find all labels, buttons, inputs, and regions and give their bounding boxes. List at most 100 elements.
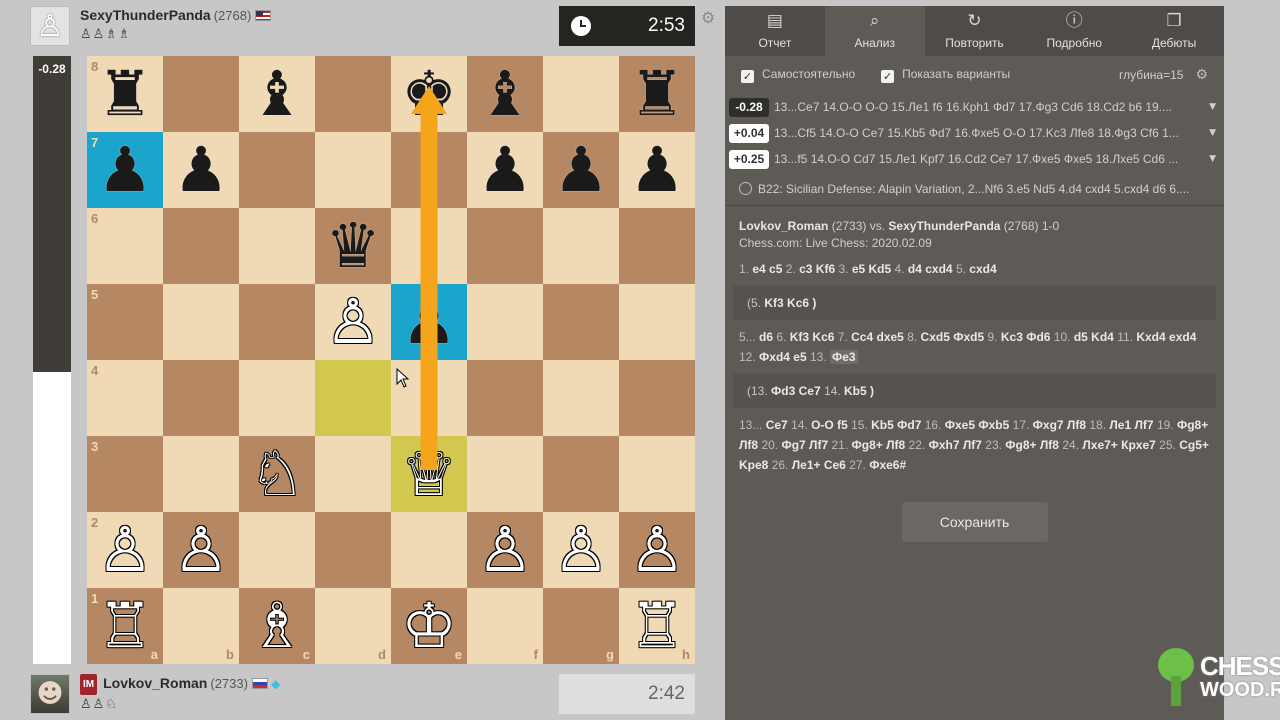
square-b5[interactable] (163, 284, 239, 360)
chevron-down-icon[interactable]: ▼ (1209, 102, 1216, 112)
board-settings-gear-icon[interactable]: ⚙ (701, 8, 715, 27)
square-f2[interactable]: ♙ (467, 512, 543, 588)
square-g7[interactable]: ♟ (543, 132, 619, 208)
tab-report[interactable]: ▤ Отчет (725, 6, 825, 56)
square-g1[interactable]: g (543, 588, 619, 664)
move[interactable]: Cc4 dxe5 (851, 330, 904, 344)
square-f1[interactable]: f (467, 588, 543, 664)
square-f6[interactable] (467, 208, 543, 284)
square-a7[interactable]: 7 ♟ (87, 132, 163, 208)
top-player-name[interactable]: SexyThunderPanda (80, 7, 211, 23)
square-f3[interactable] (467, 436, 543, 512)
move[interactable]: Фxh7 Лf7 (929, 438, 982, 452)
move[interactable]: ) (870, 384, 874, 398)
square-b4[interactable] (163, 360, 239, 436)
square-d3[interactable] (315, 436, 391, 512)
square-h3[interactable] (619, 436, 695, 512)
tab-retry[interactable]: ↻ Повторить (925, 6, 1025, 56)
top-player-avatar[interactable]: ♙ (30, 6, 70, 46)
square-h2[interactable]: ♙ (619, 512, 695, 588)
move[interactable]: Фxd4 e5 (759, 350, 807, 364)
move[interactable]: Cxd5 Фxd5 (921, 330, 985, 344)
move[interactable]: Kxd4 (1136, 330, 1165, 344)
current-move[interactable]: Фe3 (830, 350, 858, 364)
square-c3[interactable]: ♘ (239, 436, 315, 512)
tab-openings[interactable]: ❒ Дебюты (1124, 6, 1224, 56)
black-bishop-piece[interactable]: ♝ (477, 63, 533, 125)
square-d8[interactable] (315, 56, 391, 132)
black-pawn-piece[interactable]: ♟ (477, 139, 533, 201)
square-h6[interactable] (619, 208, 695, 284)
tab-info[interactable]: ⓘ Подробно (1024, 6, 1124, 56)
move[interactable]: Фg7 Лf7 (781, 438, 828, 452)
square-f8[interactable]: ♝ (467, 56, 543, 132)
black-pawn-piece[interactable]: ♟ (553, 139, 609, 201)
square-e7[interactable] (391, 132, 467, 208)
move[interactable]: e4 c5 (752, 262, 782, 276)
square-e1[interactable]: e ♔ (391, 588, 467, 664)
square-d7[interactable] (315, 132, 391, 208)
move[interactable]: cxd4 (969, 262, 996, 276)
save-button[interactable]: Сохранить (901, 502, 1048, 542)
square-e6[interactable] (391, 208, 467, 284)
square-a5[interactable]: 5 (87, 284, 163, 360)
square-d2[interactable] (315, 512, 391, 588)
white-pawn-piece[interactable]: ♙ (477, 519, 533, 581)
square-f5[interactable] (467, 284, 543, 360)
move[interactable]: Kc3 Фd6 (1001, 330, 1051, 344)
square-e2[interactable] (391, 512, 467, 588)
white-pawn-piece[interactable]: ♙ (629, 519, 685, 581)
engine-settings-gear-icon[interactable]: ⚙ (1195, 67, 1208, 83)
move[interactable]: Фxe5 Фxb5 (945, 418, 1010, 432)
white-pawn-piece[interactable]: ♙ (553, 519, 609, 581)
move[interactable]: d6 (759, 330, 773, 344)
move[interactable]: exd4 (1169, 330, 1196, 344)
square-h4[interactable] (619, 360, 695, 436)
bottom-player-name[interactable]: Lovkov_Roman (103, 675, 207, 691)
white-bishop-piece[interactable]: ♗ (249, 595, 305, 657)
move[interactable]: Ле1+ Ce6 (792, 458, 846, 472)
square-c7[interactable] (239, 132, 315, 208)
square-g5[interactable] (543, 284, 619, 360)
white-pawn-piece[interactable]: ♙ (173, 519, 229, 581)
square-c5[interactable] (239, 284, 315, 360)
move[interactable]: Фd3 Ce7 (771, 384, 821, 398)
white-king-piece[interactable]: ♔ (401, 595, 457, 657)
white-pawn-piece[interactable]: ♙ (325, 291, 381, 353)
square-g2[interactable]: ♙ (543, 512, 619, 588)
square-b1[interactable]: b (163, 588, 239, 664)
move[interactable]: ) (812, 296, 816, 310)
self-analysis-checkbox[interactable]: ✓ Самостоятельно (741, 67, 855, 83)
black-king-piece[interactable]: ♚ (401, 63, 457, 125)
engine-line[interactable]: +0.04 13...Cf5 14.O-O Ce7 15.Kb5 Фd7 16.Ф… (725, 120, 1224, 146)
black-queen-piece[interactable]: ♛ (325, 215, 381, 277)
white-rook-piece[interactable]: ♖ (97, 595, 153, 657)
square-b3[interactable] (163, 436, 239, 512)
square-a2[interactable]: 2 ♙ (87, 512, 163, 588)
tab-analysis[interactable]: ⌕ Анализ (824, 6, 925, 56)
white-rook-piece[interactable]: ♖ (629, 595, 685, 657)
square-a3[interactable]: 3 (87, 436, 163, 512)
square-b7[interactable]: ♟ (163, 132, 239, 208)
square-c2[interactable] (239, 512, 315, 588)
square-f7[interactable]: ♟ (467, 132, 543, 208)
square-b8[interactable] (163, 56, 239, 132)
black-rook-piece[interactable]: ♜ (97, 63, 153, 125)
black-pawn-piece[interactable]: ♟ (401, 291, 457, 353)
black-bishop-piece[interactable]: ♝ (249, 63, 305, 125)
square-h5[interactable] (619, 284, 695, 360)
square-a8[interactable]: 8 ♜ (87, 56, 163, 132)
move[interactable]: c3 Kf6 (799, 262, 835, 276)
move[interactable]: O-O f5 (811, 418, 848, 432)
square-h7[interactable]: ♟ (619, 132, 695, 208)
move[interactable]: Фxe6# (869, 458, 906, 472)
square-h1[interactable]: h ♖ (619, 588, 695, 664)
white-knight-piece[interactable]: ♘ (249, 443, 305, 505)
move[interactable]: Фg8+ Лf8 (852, 438, 906, 452)
square-g8[interactable] (543, 56, 619, 132)
white-pawn-piece[interactable]: ♙ (97, 519, 153, 581)
square-c8[interactable]: ♝ (239, 56, 315, 132)
move[interactable]: Фxg7 Лf8 (1033, 418, 1086, 432)
engine-line[interactable]: +0.25 13...f5 14.O-O Cd7 15.Ле1 Kpf7 16.C… (725, 146, 1224, 172)
square-f4[interactable] (467, 360, 543, 436)
